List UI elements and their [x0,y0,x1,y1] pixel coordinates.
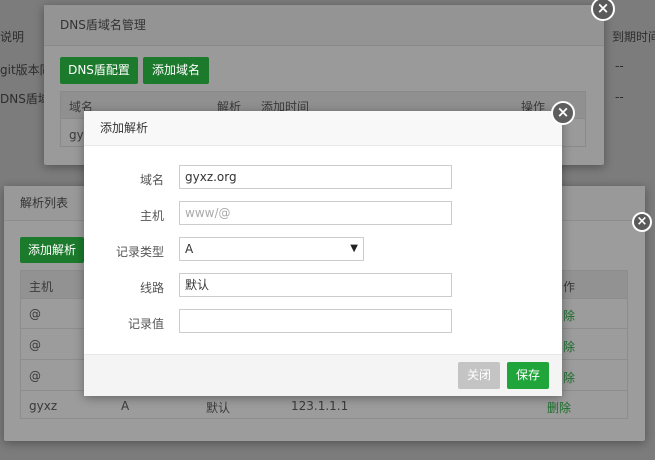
record-value: 123.1.1.1 [291,399,349,413]
bg-row1-expire: -- [615,59,624,73]
record-host: @ [29,369,41,383]
records-col-action: 作 [563,280,576,294]
dns-config-button[interactable]: DNS盾配置 [60,57,138,84]
record-type-value: A [185,242,194,256]
add-modal-title: 添加解析 [84,111,562,146]
record-host: gyxz [29,399,58,413]
add-modal-footer: 关闭 保存 [84,354,562,396]
add-domain-button[interactable]: 添加域名 [143,57,209,84]
domain-field-value: gyxz.org [185,170,237,184]
record-value-input[interactable] [179,309,452,333]
delete-record-link[interactable]: 除 [563,338,575,355]
host-input-placeholder: www/@ [185,206,231,220]
dns-row-domain: gy [69,128,84,142]
domain-label: 域名 [139,173,164,187]
delete-record-link[interactable]: 除 [563,369,575,386]
chevron-down-icon: ▼ [350,243,358,254]
bg-row2-desc: DNS盾域 [0,92,50,106]
host-label: 主机 [139,209,164,223]
record-value-label: 记录值 [127,317,164,331]
delete-record-link[interactable]: 删除 [547,399,571,416]
records-col-host: 主机 [29,280,54,294]
add-modal-close-icon[interactable]: × [551,101,575,125]
line-field-value: 默认 [185,278,210,292]
bg-col-expire: 到期时间 [612,30,655,44]
record-host: @ [29,338,41,352]
record-type-label: 记录类型 [115,245,164,259]
domain-field[interactable]: gyxz.org [179,165,452,189]
add-record-button[interactable]: 添加解析 [20,237,84,263]
close-button[interactable]: 关闭 [458,362,500,389]
line-field[interactable]: 默认 [179,273,452,297]
add-record-modal: 添加解析 域名 gyxz.org 主机 www/@ 记录类型 A ▼ 线路 默认… [84,111,562,396]
dns-modal-title: DNS盾域名管理 [44,5,604,46]
save-button[interactable]: 保存 [507,362,549,389]
record-type: A [121,399,130,413]
record-line: 默认 [206,401,231,415]
record-type-select[interactable]: A ▼ [179,237,364,261]
bg-col-desc: 说明 [0,30,25,44]
host-input[interactable]: www/@ [179,201,452,225]
delete-record-link[interactable]: 除 [563,307,575,324]
record-host: @ [29,307,41,321]
bg-row2-expire: -- [615,90,624,104]
line-label: 线路 [139,281,164,295]
records-modal-close-icon[interactable]: × [632,212,652,232]
